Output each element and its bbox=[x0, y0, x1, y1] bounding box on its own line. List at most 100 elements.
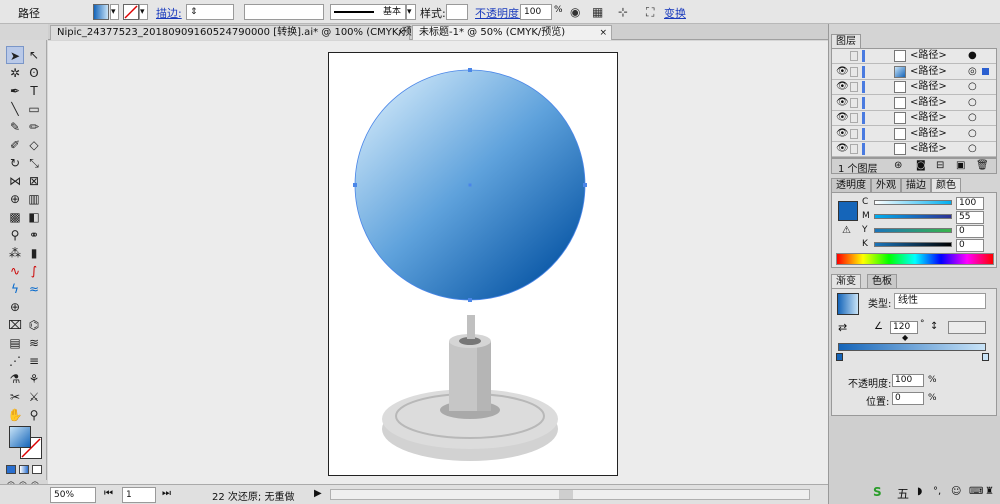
stroke-weight-input[interactable]: ⇕ bbox=[186, 4, 234, 20]
zoom-tool-icon[interactable]: ⚲ bbox=[25, 406, 43, 424]
eraser-tool-icon[interactable]: ◇ bbox=[25, 136, 43, 154]
close-icon[interactable]: × bbox=[397, 26, 405, 40]
lock-toggle[interactable] bbox=[850, 51, 858, 61]
value-m[interactable]: 55 bbox=[956, 211, 984, 224]
warp-tool-icon[interactable]: ≋ bbox=[25, 334, 43, 352]
anchor-point-right[interactable] bbox=[583, 183, 587, 187]
target-circle-icon[interactable]: ● bbox=[968, 49, 977, 63]
lasso-tool-icon[interactable]: ʘ bbox=[25, 64, 43, 82]
target-circle-icon[interactable]: ○ bbox=[968, 96, 977, 110]
half-width-icon[interactable]: ◗ bbox=[917, 486, 922, 497]
value-c[interactable]: 100 bbox=[956, 197, 984, 210]
align-icon[interactable]: ▦ bbox=[592, 5, 603, 19]
anchor-point-tool-icon[interactable]: ∿ bbox=[6, 262, 24, 280]
width-tool-icon[interactable]: ⋈ bbox=[6, 172, 24, 190]
layer-row[interactable]: 👁 <路径> ○ bbox=[832, 80, 996, 95]
curvature-tool-icon[interactable]: ∫ bbox=[25, 262, 43, 280]
globe-illustration[interactable] bbox=[329, 53, 619, 477]
target-circle-icon[interactable]: ○ bbox=[968, 111, 977, 125]
shape-builder-tool-icon[interactable]: ⊕ bbox=[6, 190, 24, 208]
opacity-label[interactable]: 不透明度: bbox=[475, 5, 523, 21]
type-tool-icon[interactable]: T bbox=[25, 82, 43, 100]
rectangle-tool-icon[interactable]: ▭ bbox=[25, 100, 43, 118]
live-paint-select-icon[interactable]: ⚘ bbox=[25, 370, 43, 388]
layer-name[interactable]: <路径> bbox=[910, 127, 947, 141]
color-fill-swatch[interactable] bbox=[838, 201, 858, 221]
lock-toggle[interactable] bbox=[850, 128, 858, 139]
slice-tool-icon[interactable]: ⌬ bbox=[25, 316, 43, 334]
layer-row[interactable]: 👁 <路径> ○ bbox=[832, 95, 996, 111]
layer-row[interactable]: <路径> ● bbox=[832, 49, 996, 64]
target-circle-icon[interactable]: ◎ bbox=[968, 65, 977, 79]
hand-tool-icon[interactable]: ✋ bbox=[6, 406, 24, 424]
new-sublayer-icon[interactable]: ⊟ bbox=[936, 160, 944, 171]
rotate-tool-icon[interactable]: ↻ bbox=[6, 154, 24, 172]
fill-swatch[interactable] bbox=[93, 4, 109, 20]
layer-name[interactable]: <路径> bbox=[910, 49, 947, 63]
value-k[interactable]: 0 bbox=[956, 239, 984, 252]
lock-toggle[interactable] bbox=[850, 82, 858, 92]
variable-width-profile[interactable] bbox=[244, 4, 324, 20]
layer-name[interactable]: <路径> bbox=[910, 142, 947, 156]
tab-stroke[interactable]: 描边 bbox=[901, 178, 931, 192]
mesh-tool-icon[interactable]: ▩ bbox=[6, 208, 24, 226]
lock-toggle[interactable] bbox=[850, 144, 858, 154]
gradient-stop-end[interactable] bbox=[982, 353, 989, 361]
lock-toggle[interactable] bbox=[850, 113, 858, 123]
gradient-preview-swatch[interactable] bbox=[837, 293, 859, 315]
status-menu-icon[interactable]: ▶ bbox=[314, 488, 322, 499]
layer-name[interactable]: <路径> bbox=[910, 80, 947, 94]
visibility-eye-icon[interactable]: 👁 bbox=[836, 111, 849, 125]
symbol-sprayer-tool-icon[interactable]: ⁂ bbox=[6, 244, 24, 262]
shirt-icon[interactable]: ♜ bbox=[985, 486, 994, 497]
ime-mode-label[interactable]: 五 bbox=[897, 485, 909, 502]
magic-wand-tool-icon[interactable]: ✲ bbox=[6, 64, 24, 82]
tab-untitled-document[interactable]: 未标题-1* @ 50% (CMYK/预览) × bbox=[412, 25, 612, 40]
tab-gradient[interactable]: 渐变 bbox=[831, 274, 861, 288]
blob-brush-tool-icon[interactable]: ✐ bbox=[6, 136, 24, 154]
artboard[interactable] bbox=[328, 52, 618, 476]
horizontal-scrollbar[interactable] bbox=[330, 489, 810, 500]
layer-name[interactable]: <路径> bbox=[910, 96, 947, 110]
stroke-label[interactable]: 描边: bbox=[156, 5, 182, 21]
out-of-gamut-icon[interactable]: ⚠ bbox=[842, 225, 851, 236]
slider-c[interactable] bbox=[874, 200, 952, 205]
pen-tool-icon[interactable]: ✒ bbox=[6, 82, 24, 100]
tab-swatches[interactable]: 色板 bbox=[867, 274, 897, 288]
layers-panel-tab[interactable]: 图层 bbox=[831, 34, 861, 48]
smooth-tool-icon[interactable]: ≈ bbox=[25, 280, 43, 298]
visibility-eye-icon[interactable]: 👁 bbox=[836, 142, 849, 156]
list-tool-icon[interactable]: ≡ bbox=[25, 352, 43, 370]
direct-selection-tool-icon[interactable]: ↖ bbox=[25, 46, 43, 64]
layer-row[interactable]: 👁 <路径> ◎ bbox=[832, 64, 996, 80]
perspective-grid-tool-icon[interactable]: ▥ bbox=[25, 190, 43, 208]
stop-location-input[interactable]: 0 bbox=[892, 392, 924, 405]
tab-transparency[interactable]: 透明度 bbox=[831, 178, 871, 192]
brush-dropdown[interactable]: ▾ bbox=[406, 4, 416, 20]
zoom-select[interactable]: 50% bbox=[50, 487, 96, 503]
selection-tool-icon[interactable]: ➤ bbox=[6, 46, 24, 64]
layer-row[interactable]: 👁 <路径> ○ bbox=[832, 111, 996, 126]
emoji-icon[interactable]: ☺ bbox=[951, 486, 961, 497]
graphic-style-picker[interactable] bbox=[446, 4, 468, 20]
close-icon[interactable]: × bbox=[599, 26, 607, 40]
paintbrush-tool-icon[interactable]: ✎ bbox=[6, 118, 24, 136]
aspect-ratio-input[interactable] bbox=[948, 321, 986, 334]
gradient-tool-icon[interactable]: ◧ bbox=[25, 208, 43, 226]
visibility-eye-icon[interactable]: 👁 bbox=[836, 96, 849, 110]
free-transform-tool-icon[interactable]: ⊠ bbox=[25, 172, 43, 190]
stop-opacity-input[interactable]: 100 bbox=[892, 374, 924, 387]
layer-row[interactable]: 👁 <路径> ○ bbox=[832, 126, 996, 142]
eyedropper-tool-icon[interactable]: ⚲ bbox=[6, 226, 24, 244]
isolate-icon[interactable]: ⊹ bbox=[618, 5, 628, 19]
knife-tool-icon[interactable]: ⚔ bbox=[25, 388, 43, 406]
color-mode-icon[interactable] bbox=[6, 465, 16, 474]
visibility-eye-icon[interactable]: 👁 bbox=[836, 65, 849, 79]
anchor-point-bottom[interactable] bbox=[468, 298, 472, 302]
gradient-mode-icon[interactable] bbox=[19, 465, 29, 474]
punctuation-icon[interactable]: °, bbox=[933, 486, 941, 497]
fill-dropdown[interactable]: ▾ bbox=[110, 4, 119, 20]
lock-toggle[interactable] bbox=[850, 97, 858, 108]
new-layer-icon[interactable]: ▣ bbox=[956, 160, 965, 171]
layer-name[interactable]: <路径> bbox=[910, 111, 947, 125]
